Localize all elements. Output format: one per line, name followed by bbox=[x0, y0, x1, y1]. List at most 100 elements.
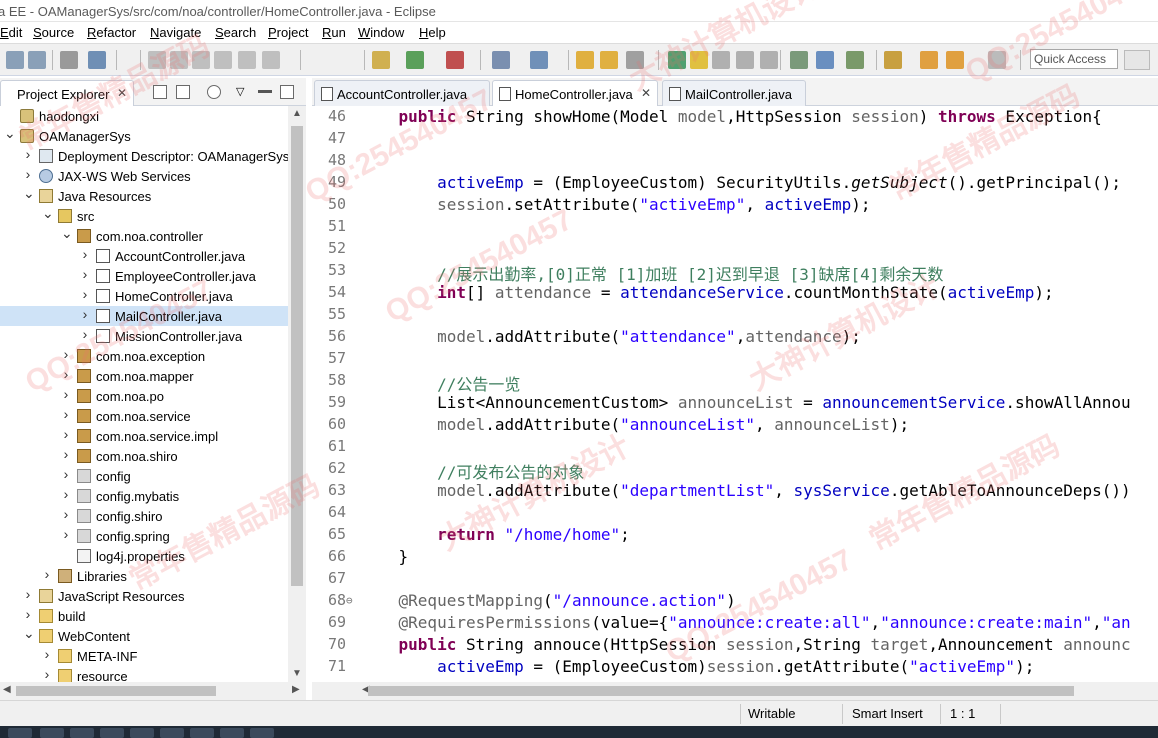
tree-item[interactable]: › MailController.java bbox=[0, 306, 288, 326]
scrollbar-thumb[interactable] bbox=[368, 686, 1074, 696]
project-explorer-tab[interactable]: Project Explorer ✕ bbox=[0, 80, 134, 106]
taskbar-app-icon[interactable] bbox=[190, 728, 214, 738]
taskbar-app-icon[interactable] bbox=[70, 728, 94, 738]
tree-item[interactable]: › build bbox=[0, 606, 288, 626]
tree-item[interactable]: › com.noa.mapper bbox=[0, 366, 288, 386]
taskbar-app-icon[interactable] bbox=[160, 728, 184, 738]
chevron-right-icon[interactable]: › bbox=[42, 646, 52, 662]
taskbar-app-icon[interactable] bbox=[130, 728, 154, 738]
menu-project[interactable]: Project bbox=[268, 25, 308, 40]
tree-item[interactable]: haodongxi bbox=[0, 106, 288, 126]
chevron-right-icon[interactable]: › bbox=[61, 426, 71, 442]
chevron-right-icon[interactable]: › bbox=[61, 346, 71, 362]
chevron-right-icon[interactable]: › bbox=[23, 146, 33, 162]
tree-item[interactable]: log4j.properties bbox=[0, 546, 288, 566]
menu-navigate[interactable]: Navigate bbox=[150, 25, 201, 40]
toolbar-button-icon[interactable] bbox=[192, 51, 210, 69]
taskbar-app-icon[interactable] bbox=[220, 728, 244, 738]
tree-item[interactable]: › JAX-WS Web Services bbox=[0, 166, 288, 186]
toolbar-button-icon[interactable] bbox=[712, 51, 730, 69]
toolbar-button-icon[interactable] bbox=[262, 51, 280, 69]
link-with-editor-icon[interactable] bbox=[176, 85, 190, 99]
toolbar-button-icon[interactable] bbox=[530, 51, 548, 69]
chevron-right-icon[interactable]: › bbox=[80, 286, 90, 302]
tree-item[interactable]: › JavaScript Resources bbox=[0, 586, 288, 606]
toolbar-button-icon[interactable] bbox=[760, 51, 778, 69]
view-menu-icon[interactable]: ▽ bbox=[236, 85, 250, 99]
minimize-icon[interactable] bbox=[258, 90, 272, 93]
chevron-down-icon[interactable]: ⌄ bbox=[42, 205, 54, 222]
tree-item[interactable]: › com.noa.service.impl bbox=[0, 426, 288, 446]
toolbar-button-icon[interactable] bbox=[6, 51, 24, 69]
chevron-down-icon[interactable]: ⌄ bbox=[61, 225, 73, 242]
menu-run[interactable]: Run bbox=[322, 25, 346, 40]
toolbar-button-icon[interactable] bbox=[846, 51, 864, 69]
tree-item[interactable]: › config.shiro bbox=[0, 506, 288, 526]
menu-search[interactable]: Search bbox=[215, 25, 256, 40]
chevron-right-icon[interactable]: › bbox=[23, 606, 33, 622]
chevron-right-icon[interactable]: › bbox=[23, 166, 33, 182]
maximize-icon[interactable] bbox=[280, 85, 294, 99]
tree-horizontal-scrollbar[interactable]: ◀ ▶ bbox=[0, 682, 306, 700]
toolbar-button-icon[interactable] bbox=[492, 51, 510, 69]
tree-item[interactable]: › Deployment Descriptor: OAManagerSys bbox=[0, 146, 288, 166]
taskbar-app-icon[interactable] bbox=[8, 728, 32, 738]
tree-item[interactable]: › HomeController.java bbox=[0, 286, 288, 306]
tree-item[interactable]: › config.mybatis bbox=[0, 486, 288, 506]
toolbar-button-icon[interactable] bbox=[60, 51, 78, 69]
chevron-right-icon[interactable]: › bbox=[80, 326, 90, 342]
toolbar-button-icon[interactable] bbox=[576, 51, 594, 69]
chevron-right-icon[interactable]: › bbox=[42, 566, 52, 582]
tree-item[interactable]: › Libraries bbox=[0, 566, 288, 586]
tree-item[interactable]: › com.noa.shiro bbox=[0, 446, 288, 466]
chevron-right-icon[interactable]: › bbox=[61, 486, 71, 502]
toolbar-button-icon[interactable] bbox=[790, 51, 808, 69]
toolbar-button-icon[interactable] bbox=[88, 51, 106, 69]
taskbar-app-icon[interactable] bbox=[250, 728, 274, 738]
menu-edit[interactable]: Edit bbox=[0, 25, 22, 40]
close-icon[interactable]: ✕ bbox=[641, 86, 651, 100]
toolbar-button-icon[interactable] bbox=[920, 51, 938, 69]
tree-item[interactable]: › AccountController.java bbox=[0, 246, 288, 266]
toolbar-button-icon[interactable] bbox=[148, 51, 166, 69]
chevron-right-icon[interactable]: › bbox=[80, 246, 90, 262]
chevron-right-icon[interactable]: › bbox=[61, 506, 71, 522]
toolbar-button-icon[interactable] bbox=[668, 51, 686, 69]
tree-item[interactable]: ⌄ WebContent bbox=[0, 625, 288, 646]
tree-item[interactable]: ⌄ com.noa.controller bbox=[0, 225, 288, 246]
tree-item[interactable]: ⌄ OAManagerSys bbox=[0, 125, 288, 146]
chevron-right-icon[interactable]: › bbox=[61, 466, 71, 482]
fold-toggle-icon[interactable]: ⊖ bbox=[346, 594, 353, 607]
menu-source[interactable]: Source bbox=[33, 25, 74, 40]
chevron-right-icon[interactable]: › bbox=[61, 366, 71, 382]
tree-item[interactable]: › config bbox=[0, 466, 288, 486]
toolbar-button-icon[interactable] bbox=[238, 51, 256, 69]
chevron-right-icon[interactable]: › bbox=[23, 586, 33, 602]
chevron-right-icon[interactable]: › bbox=[80, 266, 90, 282]
toolbar-button-icon[interactable] bbox=[690, 51, 708, 69]
editor-tab[interactable]: HomeController.java ✕ bbox=[492, 80, 658, 106]
perspective-icon[interactable] bbox=[1124, 50, 1150, 70]
toolbar-button-icon[interactable] bbox=[372, 51, 390, 69]
chevron-right-icon[interactable]: › bbox=[61, 526, 71, 542]
close-icon[interactable]: ✕ bbox=[117, 86, 127, 100]
chevron-right-icon[interactable]: › bbox=[42, 666, 52, 682]
toolbar-button-icon[interactable] bbox=[988, 51, 1006, 69]
toolbar-button-icon[interactable] bbox=[28, 51, 46, 69]
toolbar-button-icon[interactable] bbox=[170, 51, 188, 69]
quick-access-input[interactable]: Quick Access bbox=[1030, 49, 1118, 69]
tree-item[interactable]: › resource bbox=[0, 666, 288, 682]
tree-item[interactable]: ⌄ Java Resources bbox=[0, 185, 288, 206]
chevron-right-icon[interactable]: › bbox=[61, 446, 71, 462]
tree-item[interactable]: › MissionController.java bbox=[0, 326, 288, 346]
taskbar-app-icon[interactable] bbox=[40, 728, 64, 738]
toolbar-button-icon[interactable] bbox=[736, 51, 754, 69]
tree-vertical-scrollbar[interactable]: ▲ ▼ bbox=[288, 106, 306, 682]
tree-item[interactable]: ⌄ src bbox=[0, 205, 288, 226]
collapse-all-icon[interactable] bbox=[153, 85, 167, 99]
chevron-right-icon[interactable]: › bbox=[61, 406, 71, 422]
filters-icon[interactable] bbox=[207, 85, 221, 99]
tree-item[interactable]: › com.noa.exception bbox=[0, 346, 288, 366]
tree-item[interactable]: › com.noa.service bbox=[0, 406, 288, 426]
toolbar-button-icon[interactable] bbox=[816, 51, 834, 69]
